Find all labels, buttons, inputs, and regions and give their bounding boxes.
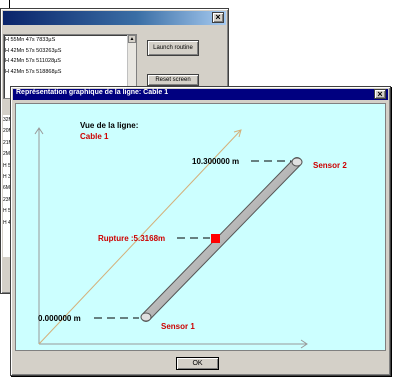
cable-name: Cable 1 xyxy=(80,132,109,141)
graph-window: Représentation graphique de la ligne: Ca… xyxy=(10,86,391,376)
ok-button[interactable]: OK xyxy=(176,357,219,370)
graph-window-title: Représentation graphique de la ligne: Ca… xyxy=(16,89,169,96)
cable-line xyxy=(142,158,301,321)
scroll-up-icon[interactable]: ▲ xyxy=(128,35,136,43)
reset-screen-button[interactable]: Reset screen xyxy=(147,74,199,86)
background-close-button[interactable]: × xyxy=(212,12,224,23)
cable-end-sensor2 xyxy=(291,157,303,167)
line-graph-canvas: Vue de la ligne: Cable 1 10.300000 m Sen… xyxy=(15,103,386,351)
rupture-label: Rupture :5.3168m xyxy=(98,234,165,243)
log-line: H 55Mn 47s 7833µS xyxy=(5,37,56,43)
launch-routine-button[interactable]: Launch routine xyxy=(147,40,199,56)
graph-close-button[interactable]: × xyxy=(374,89,386,99)
end-distance-label: 10.300000 m xyxy=(192,157,239,166)
rupture-marker xyxy=(211,234,220,243)
background-titlebar: × xyxy=(3,11,226,25)
log-line: H 42Mn 57s 518868µS xyxy=(5,68,62,75)
start-distance-label: 0.000000 m xyxy=(38,314,81,323)
cable-end-sensor1 xyxy=(140,312,152,322)
log-line: H 42Mn 57s 511028µS xyxy=(5,58,61,64)
sensor2-label: Sensor 2 xyxy=(313,161,347,170)
view-heading: Vue de la ligne: xyxy=(80,121,138,130)
background-window-edge xyxy=(0,0,10,8)
line-graph-svg: Vue de la ligne: Cable 1 10.300000 m Sen… xyxy=(34,121,347,349)
sensor1-label: Sensor 1 xyxy=(161,322,195,331)
graph-titlebar: Représentation graphique de la ligne: Ca… xyxy=(13,89,388,100)
log-line: H 42Mn 57s 503263µS xyxy=(5,47,62,54)
